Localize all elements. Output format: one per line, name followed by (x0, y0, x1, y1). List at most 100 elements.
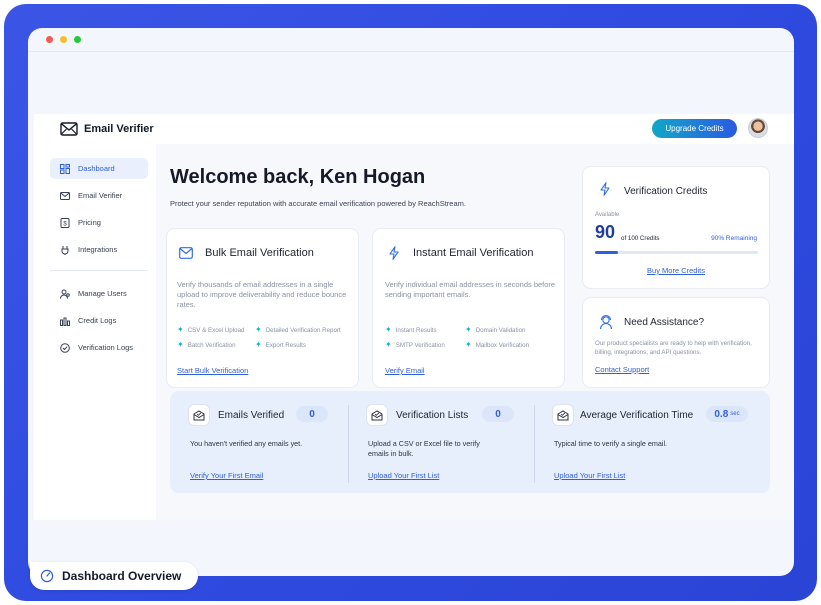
start-bulk-verification-link[interactable]: Start Bulk Verification (177, 366, 248, 375)
stat-divider (348, 405, 349, 483)
feature-item: ✦ Detailed Verification Report (255, 325, 341, 334)
window-controls (46, 36, 81, 43)
page-title: Welcome back, Ken Hogan (170, 166, 426, 188)
buy-more-credits-link[interactable]: Buy More Credits (583, 266, 769, 275)
mail-check-icon (366, 404, 388, 426)
stat-value-badge: 0 (482, 406, 514, 422)
sidebar-item-email-verifier[interactable]: Email Verifier (50, 185, 148, 206)
stat-title: Average Verification Time (580, 410, 694, 421)
minimize-window-button[interactable] (60, 36, 67, 43)
upgrade-credits-button[interactable]: Upgrade Credits (652, 119, 737, 138)
assist-card-title: Need Assistance? (624, 317, 705, 328)
pricing-icon: $ (60, 217, 70, 228)
sidebar-item-integrations[interactable]: Integrations (50, 239, 148, 260)
users-icon (60, 289, 70, 299)
sparkle-icon: ✦ (177, 325, 184, 334)
page-subtitle: Protect your sender reputation with accu… (170, 199, 466, 208)
sidebar-item-manage-users[interactable]: Manage Users (50, 283, 148, 304)
sparkle-icon: ✦ (255, 325, 262, 334)
sparkle-icon: ✦ (255, 340, 262, 349)
envelope-icon (179, 247, 193, 259)
maximize-window-button[interactable] (74, 36, 81, 43)
browser-window: Email Verifier Upgrade Credits Dashboard… (28, 28, 794, 576)
verification-credits-card: Verification Credits Available 90 of 100… (582, 166, 770, 289)
sidebar-item-label: Pricing (78, 218, 101, 227)
close-window-button[interactable] (46, 36, 53, 43)
sidebar-item-label: Email Verifier (78, 191, 123, 200)
stat-description: Upload a CSV or Excel file to verify ema… (368, 439, 480, 458)
lightning-icon (389, 246, 399, 260)
sidebar-divider (50, 270, 148, 271)
need-assistance-card: Need Assistance? Our product specialists… (582, 297, 770, 388)
stat-verification-lists: Verification Lists 0 Upload a CSV or Exc… (366, 391, 536, 493)
verify-first-email-link[interactable]: Verify Your First Email (190, 471, 263, 480)
mail-icon (60, 191, 70, 200)
check-circle-icon (60, 342, 70, 353)
credits-progress-fill (595, 251, 618, 254)
stat-value-badge: 0.8 sec (706, 406, 748, 422)
badge-label: Dashboard Overview (62, 569, 182, 583)
mail-check-icon (552, 404, 574, 426)
integrations-icon (61, 245, 69, 255)
feature-item: ✦ Domain Validation (465, 325, 526, 334)
support-agent-icon (599, 314, 613, 330)
feature-item: ✦ CSV & Excel Upload (177, 325, 245, 334)
stat-title: Verification Lists (396, 410, 469, 421)
instant-verification-card: Instant Email Verification Verify indivi… (372, 228, 565, 388)
app-logo[interactable]: Email Verifier (60, 122, 154, 136)
dashboard-overview-badge: Dashboard Overview (30, 562, 198, 590)
upload-first-list-link[interactable]: Upload Your First List (554, 471, 625, 480)
app-name: Email Verifier (84, 123, 154, 135)
instant-card-title: Instant Email Verification (413, 247, 534, 259)
user-avatar[interactable] (748, 118, 768, 138)
sparkle-icon: ✦ (385, 340, 392, 349)
sparkle-icon: ✦ (465, 340, 472, 349)
sidebar-item-label: Credit Logs (78, 316, 117, 325)
stat-title: Emails Verified (218, 410, 285, 421)
upload-first-list-link[interactable]: Upload Your First List (368, 471, 439, 480)
available-label: Available (595, 212, 620, 218)
stat-description: Typical time to verify a single email. (554, 439, 668, 448)
sparkle-icon: ✦ (177, 340, 184, 349)
bulk-card-description: Verify thousands of email addresses in a… (177, 280, 347, 309)
sidebar-item-pricing[interactable]: $ Pricing (50, 212, 148, 233)
credits-card-title: Verification Credits (624, 186, 708, 197)
sidebar-item-label: Verification Logs (78, 343, 134, 352)
sidebar-item-dashboard[interactable]: Dashboard (50, 158, 148, 179)
sidebar: Dashboard Email Verifier $ Pricing Integ… (50, 158, 148, 364)
envelope-logo-icon (60, 122, 78, 136)
feature-item: ✦ Instant Results (385, 325, 437, 334)
titlebar-divider (28, 51, 794, 52)
main-content: Welcome back, Ken Hogan Protect your sen… (156, 144, 794, 520)
stat-value-badge: 0 (296, 406, 328, 422)
credits-progress-bar (595, 251, 758, 254)
bulk-card-title: Bulk Email Verification (205, 247, 314, 259)
dashboard-icon (60, 163, 70, 174)
feature-item: ✦ Batch Verification (177, 340, 236, 349)
credits-value: 90 (595, 222, 616, 242)
gauge-icon (40, 569, 54, 583)
assist-card-description: Our product specialists are ready to hel… (595, 340, 752, 356)
top-bar: Email Verifier Upgrade Credits (34, 114, 794, 144)
stats-panel: Emails Verified 0 You haven't verified a… (170, 391, 770, 493)
sidebar-item-label: Dashboard (78, 164, 115, 173)
sidebar-item-label: Manage Users (78, 289, 127, 298)
stat-emails-verified: Emails Verified 0 You haven't verified a… (188, 391, 348, 493)
sidebar-item-label: Integrations (78, 245, 118, 254)
instant-card-description: Verify individual email addresses in sec… (385, 280, 556, 299)
feature-item: ✦ Export Results (255, 340, 306, 349)
app-container: Email Verifier Upgrade Credits Dashboard… (34, 114, 794, 520)
contact-support-link[interactable]: Contact Support (595, 365, 649, 374)
svg-text:$: $ (63, 221, 67, 227)
feature-item: ✦ Mailbox Verification (465, 340, 530, 349)
sidebar-item-verification-logs[interactable]: Verification Logs (50, 337, 148, 358)
stat-average-verification-time: Average Verification Time 0.8 sec Typical… (552, 391, 757, 493)
stat-description: You haven't verified any emails yet. (190, 439, 303, 448)
verify-email-link[interactable]: Verify Email (385, 366, 425, 375)
sidebar-item-credit-logs[interactable]: Credit Logs (50, 310, 148, 331)
mail-check-icon (188, 404, 210, 426)
credits-total-label: of 100 Credits (621, 235, 660, 242)
bar-chart-icon (60, 317, 70, 326)
stat-divider (534, 405, 535, 483)
sparkle-icon: ✦ (385, 325, 392, 334)
